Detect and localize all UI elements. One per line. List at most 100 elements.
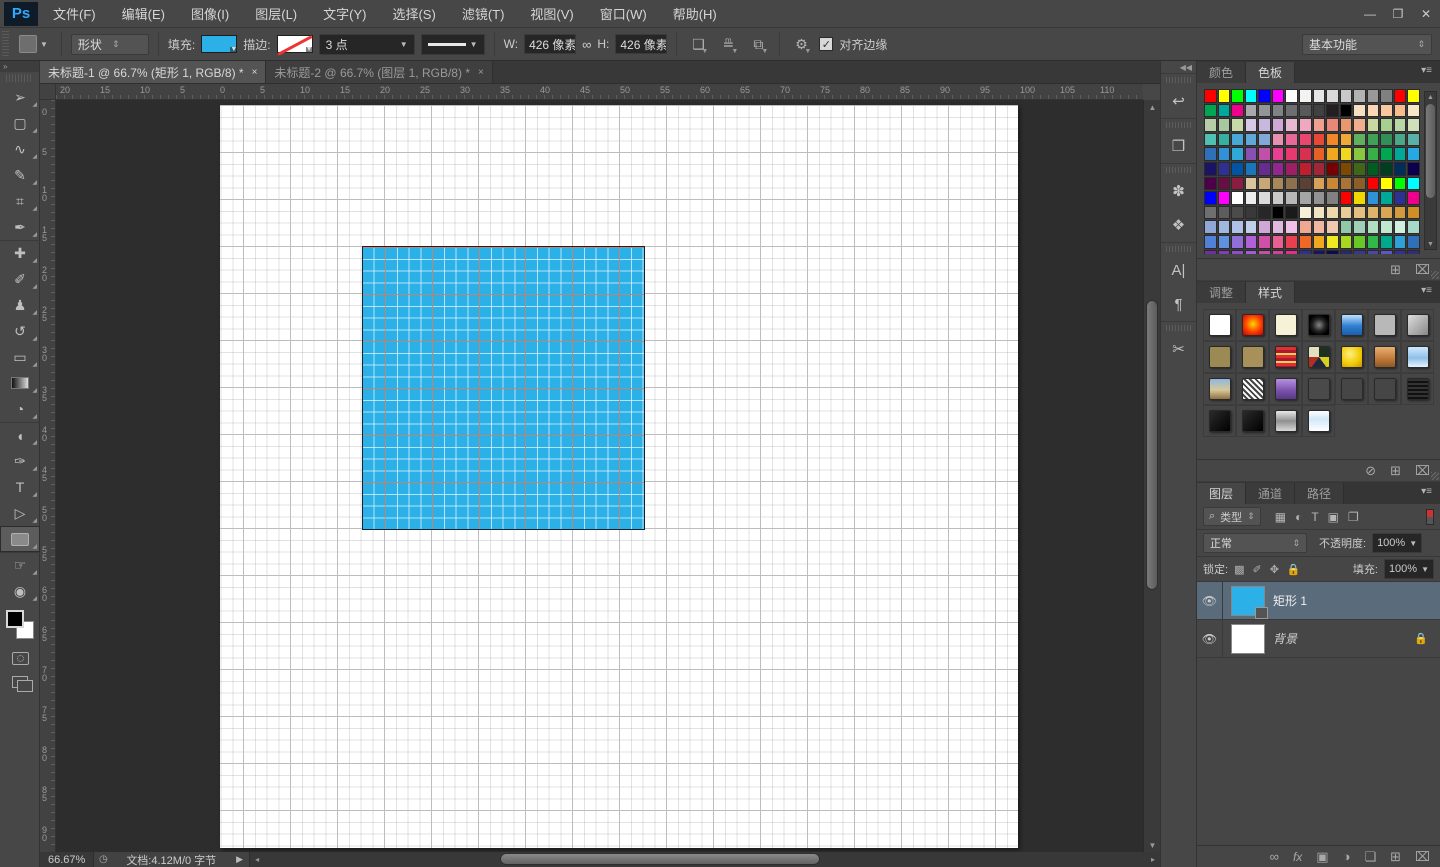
tool-button[interactable]: ⌗ ◢ — [0, 188, 40, 214]
filter-toggle[interactable] — [1426, 509, 1434, 525]
color-swatch[interactable] — [1231, 235, 1244, 249]
color-swatch[interactable] — [1245, 133, 1258, 147]
color-swatch[interactable] — [1353, 250, 1366, 254]
layers-footer-icon-delete-layer[interactable]: ⌧ — [1415, 849, 1430, 865]
scroll-left-icon[interactable]: ◂ — [250, 852, 264, 867]
panel-icon-history[interactable]: ↩ — [1161, 84, 1196, 118]
style-swatch-red-glow[interactable] — [1242, 314, 1264, 336]
style-swatch-gray-gradient[interactable] — [1407, 314, 1429, 336]
toolbox-collapse-button[interactable]: » — [0, 61, 39, 72]
color-swatch[interactable] — [1272, 235, 1285, 249]
color-swatch[interactable] — [1272, 250, 1285, 254]
style-swatch-dark-flat[interactable] — [1308, 378, 1330, 400]
screen-mode-button[interactable] — [0, 670, 40, 694]
tool-button[interactable]: ◢ — [0, 526, 40, 552]
color-swatch[interactable] — [1285, 220, 1298, 234]
color-swatch[interactable] — [1367, 235, 1380, 249]
tool-button[interactable]: ◖ ◢ — [0, 422, 40, 448]
color-swatch[interactable] — [1218, 191, 1231, 205]
style-swatch-dark-texture[interactable] — [1407, 378, 1429, 400]
color-swatch[interactable] — [1353, 191, 1366, 205]
visibility-toggle[interactable]: 👁 — [1197, 620, 1223, 657]
color-swatch[interactable] — [1367, 133, 1380, 147]
color-swatch[interactable] — [1394, 177, 1407, 191]
color-swatch[interactable] — [1380, 162, 1393, 176]
minimize-button[interactable]: — — [1356, 4, 1384, 24]
color-swatch[interactable] — [1353, 206, 1366, 220]
color-swatch[interactable] — [1218, 147, 1231, 161]
restore-button[interactable]: ❐ — [1384, 4, 1412, 24]
color-swatch[interactable] — [1340, 162, 1353, 176]
color-swatch[interactable] — [1380, 220, 1393, 234]
color-swatch[interactable] — [1380, 235, 1393, 249]
color-swatch[interactable] — [1218, 104, 1231, 118]
color-swatch[interactable] — [1272, 147, 1285, 161]
close-icon[interactable]: × — [478, 67, 484, 78]
tool-preset-picker[interactable]: ▼ — [15, 33, 52, 55]
color-swatch[interactable] — [1285, 89, 1298, 103]
color-swatch[interactable] — [1394, 250, 1407, 254]
color-swatch[interactable] — [1204, 133, 1217, 147]
color-swatch[interactable] — [1394, 89, 1407, 103]
clear-style-button[interactable]: ⊘ — [1365, 463, 1376, 479]
strip-grip[interactable] — [1166, 325, 1191, 331]
color-swatch[interactable] — [1204, 177, 1217, 191]
color-swatch[interactable] — [1340, 133, 1353, 147]
filter-icon-filter-adjustment[interactable]: ◐ — [1295, 510, 1302, 524]
color-swatch[interactable] — [1245, 191, 1258, 205]
color-swatch[interactable] — [1407, 89, 1420, 103]
color-swatch[interactable] — [1231, 177, 1244, 191]
color-swatch[interactable] — [1204, 220, 1217, 234]
color-swatch[interactable] — [1407, 220, 1420, 234]
horizontal-ruler[interactable]: 2015105051015202530354045505560657075808… — [56, 84, 1143, 100]
shape-rectangle[interactable] — [362, 246, 645, 530]
stroke-color-swatch[interactable]: ▼ — [277, 35, 313, 53]
color-swatch[interactable] — [1340, 147, 1353, 161]
width-field[interactable]: 426 像素 — [524, 34, 576, 54]
color-swatch[interactable] — [1313, 133, 1326, 147]
color-swatch[interactable] — [1407, 206, 1420, 220]
scroll-up-icon[interactable]: ▲ — [1425, 92, 1436, 102]
style-swatch-dark-rings[interactable] — [1308, 314, 1330, 336]
color-swatch[interactable] — [1272, 177, 1285, 191]
style-swatch-red-stripes[interactable] — [1275, 346, 1297, 368]
color-swatch[interactable] — [1285, 191, 1298, 205]
color-swatch[interactable] — [1313, 220, 1326, 234]
color-swatch[interactable] — [1231, 220, 1244, 234]
panel-menu-icon[interactable]: ▾≡ — [1415, 285, 1438, 296]
style-swatch-yellow-gloss[interactable] — [1341, 346, 1363, 368]
layer-name[interactable]: 矩形 1 — [1273, 592, 1307, 609]
color-swatch[interactable] — [1367, 191, 1380, 205]
menu-item[interactable]: 图层(L) — [242, 0, 310, 28]
color-swatch[interactable] — [1258, 206, 1271, 220]
color-swatch[interactable] — [1272, 220, 1285, 234]
color-swatch[interactable] — [1367, 162, 1380, 176]
lock-icon-lock-pixels[interactable]: ✐ — [1252, 563, 1261, 576]
color-swatch[interactable] — [1380, 118, 1393, 132]
zoom-level-field[interactable]: 66.67% — [40, 852, 94, 867]
tool-button[interactable]: ✎ ◢ — [0, 162, 40, 188]
scroll-down-icon[interactable]: ▼ — [1144, 838, 1161, 852]
menu-item[interactable]: 窗口(W) — [587, 0, 660, 28]
color-swatch[interactable] — [1218, 220, 1231, 234]
color-swatch[interactable] — [1218, 250, 1231, 254]
options-grip[interactable] — [2, 31, 9, 57]
tool-button[interactable]: T ◢ — [0, 474, 40, 500]
vertical-ruler[interactable]: 051 01 52 02 53 03 54 04 55 05 56 06 57 … — [40, 100, 56, 852]
lock-icon-lock-position[interactable]: ✥ — [1270, 563, 1279, 576]
color-swatch[interactable] — [1231, 104, 1244, 118]
toolbox-grip[interactable] — [6, 74, 33, 82]
color-swatch[interactable] — [1326, 89, 1339, 103]
color-swatch[interactable] — [1313, 235, 1326, 249]
style-swatch-outline-1[interactable] — [1341, 378, 1363, 400]
color-swatch[interactable] — [1326, 235, 1339, 249]
color-swatch[interactable] — [1313, 177, 1326, 191]
color-swatch[interactable] — [1394, 133, 1407, 147]
color-swatch[interactable] — [1313, 118, 1326, 132]
color-swatch[interactable] — [1204, 89, 1217, 103]
panel-tab[interactable]: 色板 — [1246, 62, 1295, 83]
scroll-up-icon[interactable]: ▲ — [1144, 100, 1161, 114]
scroll-thumb[interactable] — [1426, 104, 1435, 198]
color-swatch[interactable] — [1258, 220, 1271, 234]
style-swatch-silver-gradient[interactable] — [1275, 410, 1297, 432]
